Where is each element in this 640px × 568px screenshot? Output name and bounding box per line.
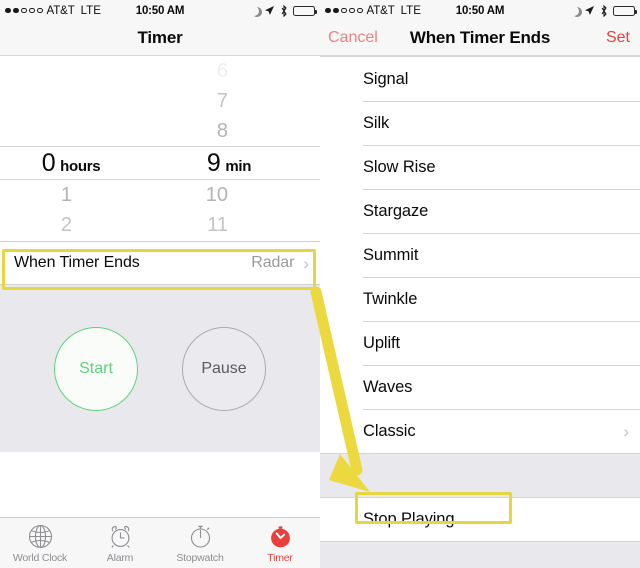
picker-row-above-2[interactable]: 7: [0, 86, 320, 116]
tab-label-alarm: Alarm: [106, 551, 134, 564]
list-item[interactable]: Silk: [320, 101, 640, 145]
picker-minutes-value: 6: [216, 59, 228, 82]
bluetooth-icon: [600, 4, 608, 17]
picker-row-above-1[interactable]: 8: [0, 116, 320, 146]
list-item-classic[interactable]: Classic ›: [320, 409, 640, 453]
status-bar-right: AT&T LTE 10:50 AM: [320, 0, 640, 21]
chevron-right-icon: ›: [303, 253, 309, 273]
picker-hours-value: 2: [60, 213, 72, 236]
picker-hours-column[interactable]: 0 hours: [0, 149, 160, 178]
picker-minutes-value: 7: [216, 89, 228, 112]
picker-row-below-2[interactable]: 2 11: [0, 210, 320, 240]
duration-picker[interactable]: 6 7 8 0 hours 9 min 1 10 2 11: [0, 56, 320, 241]
sound-name: Twinkle: [363, 289, 418, 308]
when-timer-ends-row[interactable]: When Timer Ends Radar ›: [0, 241, 320, 285]
list-item[interactable]: Summit: [320, 233, 640, 277]
cancel-button[interactable]: Cancel: [328, 29, 378, 47]
location-arrow-icon: [264, 5, 275, 16]
tab-stopwatch[interactable]: Stopwatch: [160, 518, 240, 568]
sound-name: Classic: [363, 421, 416, 440]
page-title: Timer: [137, 28, 183, 47]
stop-playing-row[interactable]: Stop Playing: [320, 498, 640, 542]
stop-playing-label: Stop Playing: [363, 510, 455, 528]
when-timer-ends-label: When Timer Ends: [14, 254, 140, 271]
sound-name: Slow Rise: [363, 157, 436, 176]
status-bar-right-group: [249, 4, 317, 17]
tab-timer[interactable]: Timer: [240, 518, 320, 568]
globe-icon: [27, 523, 54, 550]
picker-minutes-value: 10: [205, 183, 228, 206]
minutes-unit-label: min: [225, 157, 252, 175]
sound-list: Signal Silk Slow Rise Stargaze Summit Tw…: [320, 56, 640, 453]
sound-name: Uplift: [363, 333, 400, 352]
sound-picker-panel: AT&T LTE 10:50 AM Cancel When Timer Ends: [320, 0, 640, 568]
status-bar-left: AT&T LTE 10:50 AM: [0, 0, 320, 21]
sound-name: Silk: [363, 113, 390, 132]
timer-screen-panel: AT&T LTE 10:50 AM Timer 6 7 8 0 hours 9 …: [0, 0, 320, 568]
list-item[interactable]: Twinkle: [320, 277, 640, 321]
tab-alarm[interactable]: Alarm: [80, 518, 160, 568]
picker-minutes-column[interactable]: 9 min: [160, 149, 320, 178]
moon-icon: [569, 5, 579, 16]
moon-icon: [249, 5, 259, 16]
list-item[interactable]: Slow Rise: [320, 145, 640, 189]
sound-picker-title: When Timer Ends: [409, 28, 551, 47]
sound-name: Summit: [363, 245, 419, 264]
right-panel-footer: [320, 542, 640, 568]
selected-minutes-value: 9: [206, 148, 221, 177]
navigation-bar-right: Cancel When Timer Ends Set: [320, 21, 640, 56]
picker-minutes-value: 11: [207, 213, 228, 236]
picker-selected-row[interactable]: 0 hours 9 min: [0, 146, 320, 180]
alarm-clock-icon: [107, 523, 134, 550]
timer-controls: Start Pause: [0, 285, 320, 452]
tab-world-clock[interactable]: World Clock: [0, 518, 80, 568]
status-bar-right-group: [569, 4, 637, 17]
hours-unit-label: hours: [60, 157, 101, 175]
sound-name: Signal: [363, 69, 409, 88]
tab-label-stopwatch: Stopwatch: [176, 551, 224, 564]
picker-row-below-1[interactable]: 1 10: [0, 180, 320, 210]
bluetooth-icon: [280, 4, 288, 17]
tab-bar: World Clock Alarm Stopwatch Timer: [0, 517, 320, 568]
list-item[interactable]: Uplift: [320, 321, 640, 365]
picker-minutes-value: 8: [216, 119, 228, 142]
battery-icon: [293, 5, 317, 16]
location-arrow-icon: [584, 5, 595, 16]
list-item[interactable]: Stargaze: [320, 189, 640, 233]
screenshot-root: AT&T LTE 10:50 AM Timer 6 7 8 0 hours 9 …: [0, 0, 640, 568]
when-timer-ends-value: Radar: [251, 254, 295, 271]
timer-icon: [267, 523, 294, 550]
list-item[interactable]: Waves: [320, 365, 640, 409]
selected-hours-value: 0: [41, 148, 56, 177]
picker-hours-value: 1: [60, 183, 72, 206]
navigation-bar-left: Timer: [0, 21, 320, 56]
sound-name: Stargaze: [363, 201, 429, 220]
set-button[interactable]: Set: [606, 29, 630, 47]
pause-button[interactable]: Pause: [182, 326, 266, 411]
picker-row-above-3[interactable]: 6: [0, 56, 320, 86]
sound-name: Waves: [363, 377, 413, 396]
battery-icon: [613, 5, 637, 16]
chevron-right-icon: ›: [623, 421, 629, 441]
tab-label-timer: Timer: [267, 551, 293, 564]
list-section-gap: [320, 453, 640, 498]
tab-label-world-clock: World Clock: [12, 551, 68, 564]
list-item[interactable]: Signal: [320, 57, 640, 101]
start-button[interactable]: Start: [54, 326, 138, 411]
stopwatch-icon: [187, 523, 214, 550]
